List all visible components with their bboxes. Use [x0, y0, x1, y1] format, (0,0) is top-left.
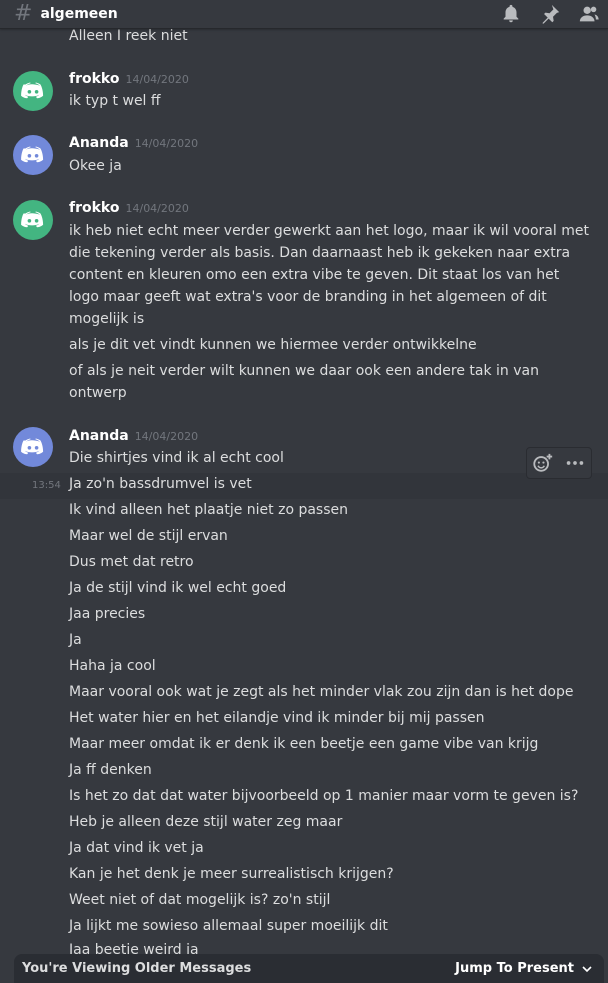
- older-messages-bar: You're Viewing Older Messages Jump To Pr…: [14, 954, 604, 983]
- message-line: Ja lijkt me sowieso allemaal super moeil…: [69, 918, 388, 934]
- hover-timestamp: 13:54: [32, 480, 61, 491]
- avatar[interactable]: [13, 200, 53, 240]
- message-date: 14/04/2020: [125, 73, 189, 86]
- bell-icon[interactable]: [500, 3, 522, 25]
- add-reaction-icon[interactable]: [532, 452, 554, 474]
- message-line: of als je neit verder wilt kunnen we daa…: [69, 363, 539, 379]
- message-date: 14/04/2020: [134, 430, 199, 443]
- more-options-icon[interactable]: [564, 452, 586, 474]
- channel-header: # algemeen: [0, 0, 608, 29]
- message-line: ik typ t wel ff: [69, 93, 161, 109]
- message-line: Haha ja cool: [69, 658, 156, 674]
- discord-logo-icon: [21, 438, 44, 455]
- message-line: Jaa precies: [69, 606, 146, 622]
- message-line: Ik vind alleen het plaatje niet zo passe…: [69, 502, 349, 518]
- message-header: Ananda 14/04/2020: [69, 428, 198, 444]
- message-line: Ja dat vind ik vet ja: [69, 840, 204, 856]
- avatar[interactable]: [13, 427, 53, 467]
- message-line: als je dit vet vindt kunnen we hiermee v…: [69, 337, 477, 353]
- message-line: Heb je alleen deze stijl water zeg maar: [69, 814, 343, 830]
- message-date: 14/04/2020: [125, 202, 189, 215]
- message-line: Ja: [69, 632, 82, 648]
- jump-to-present-button[interactable]: Jump To Present: [455, 961, 592, 976]
- message-line: logo maar geeft wat extra's voor de bran…: [69, 289, 547, 305]
- message-line: Ja zo'n bassdrumvel is vet: [69, 476, 252, 492]
- header-toolbar: [483, 3, 600, 25]
- avatar[interactable]: [13, 135, 53, 175]
- members-icon[interactable]: [578, 3, 600, 25]
- message-line: Maar wel de stijl ervan: [69, 528, 228, 544]
- message-line: die tekening verder als basis. Dan daarn…: [69, 245, 571, 261]
- discord-logo-icon: [21, 146, 44, 163]
- message-line: Weet niet of dat mogelijk is? zo'n stijl: [69, 892, 331, 908]
- avatar[interactable]: [13, 71, 53, 111]
- pin-icon[interactable]: [539, 3, 561, 25]
- discord-logo-icon: [21, 82, 44, 99]
- message-line: Maar meer omdat ik er denk ik een beetje…: [69, 736, 539, 752]
- message-line: content en kleuren omo een extra vibe te…: [69, 267, 560, 283]
- message-line: Maar vooral ook wat je zegt als het mind…: [69, 684, 574, 700]
- message-header: Ananda 14/04/2020: [69, 135, 198, 151]
- author-name[interactable]: Ananda: [69, 428, 129, 444]
- jump-to-present-label: Jump To Present: [455, 961, 574, 976]
- message-line: Alleen I reek niet: [69, 29, 188, 44]
- author-name[interactable]: Ananda: [69, 135, 129, 151]
- channel-hash-icon: #: [14, 1, 33, 26]
- message-line: Okee ja: [69, 158, 122, 174]
- message-header: frokko 14/04/2020: [69, 71, 189, 87]
- channel-name: algemeen: [40, 6, 118, 22]
- message-line: ontwerp: [69, 385, 127, 401]
- author-name[interactable]: frokko: [69, 71, 119, 87]
- message-line: mogelijk is: [69, 311, 145, 327]
- author-name[interactable]: frokko: [69, 200, 119, 216]
- message-date: 14/04/2020: [134, 137, 199, 150]
- message-line: Het water hier en het eilandje vind ik m…: [69, 710, 485, 726]
- message-line: Is het zo dat dat water bijvoorbeeld op …: [69, 788, 579, 804]
- message-line: Ja de stijl vind ik wel echt goed: [69, 580, 287, 596]
- message-line: Dus met dat retro: [69, 554, 194, 570]
- discord-logo-icon: [21, 211, 44, 228]
- older-messages-text: You're Viewing Older Messages: [22, 961, 252, 976]
- message-header: frokko 14/04/2020: [69, 200, 189, 216]
- message-line: Jaa beetje weird ja: [69, 942, 199, 954]
- message-list[interactable]: Alleen I reek niet frokko 14/04/2020 ik t…: [0, 29, 608, 954]
- chevron-down-icon: [582, 965, 592, 972]
- message-hover-toolbar: [526, 447, 592, 479]
- message-line: Ja ff denken: [69, 762, 152, 778]
- message-line: Kan je het denk je meer surrealistisch k…: [69, 866, 394, 882]
- message-line: Die shirtjes vind ik al echt cool: [69, 450, 284, 466]
- message-line: ik heb niet echt meer verder gewerkt aan…: [69, 223, 589, 239]
